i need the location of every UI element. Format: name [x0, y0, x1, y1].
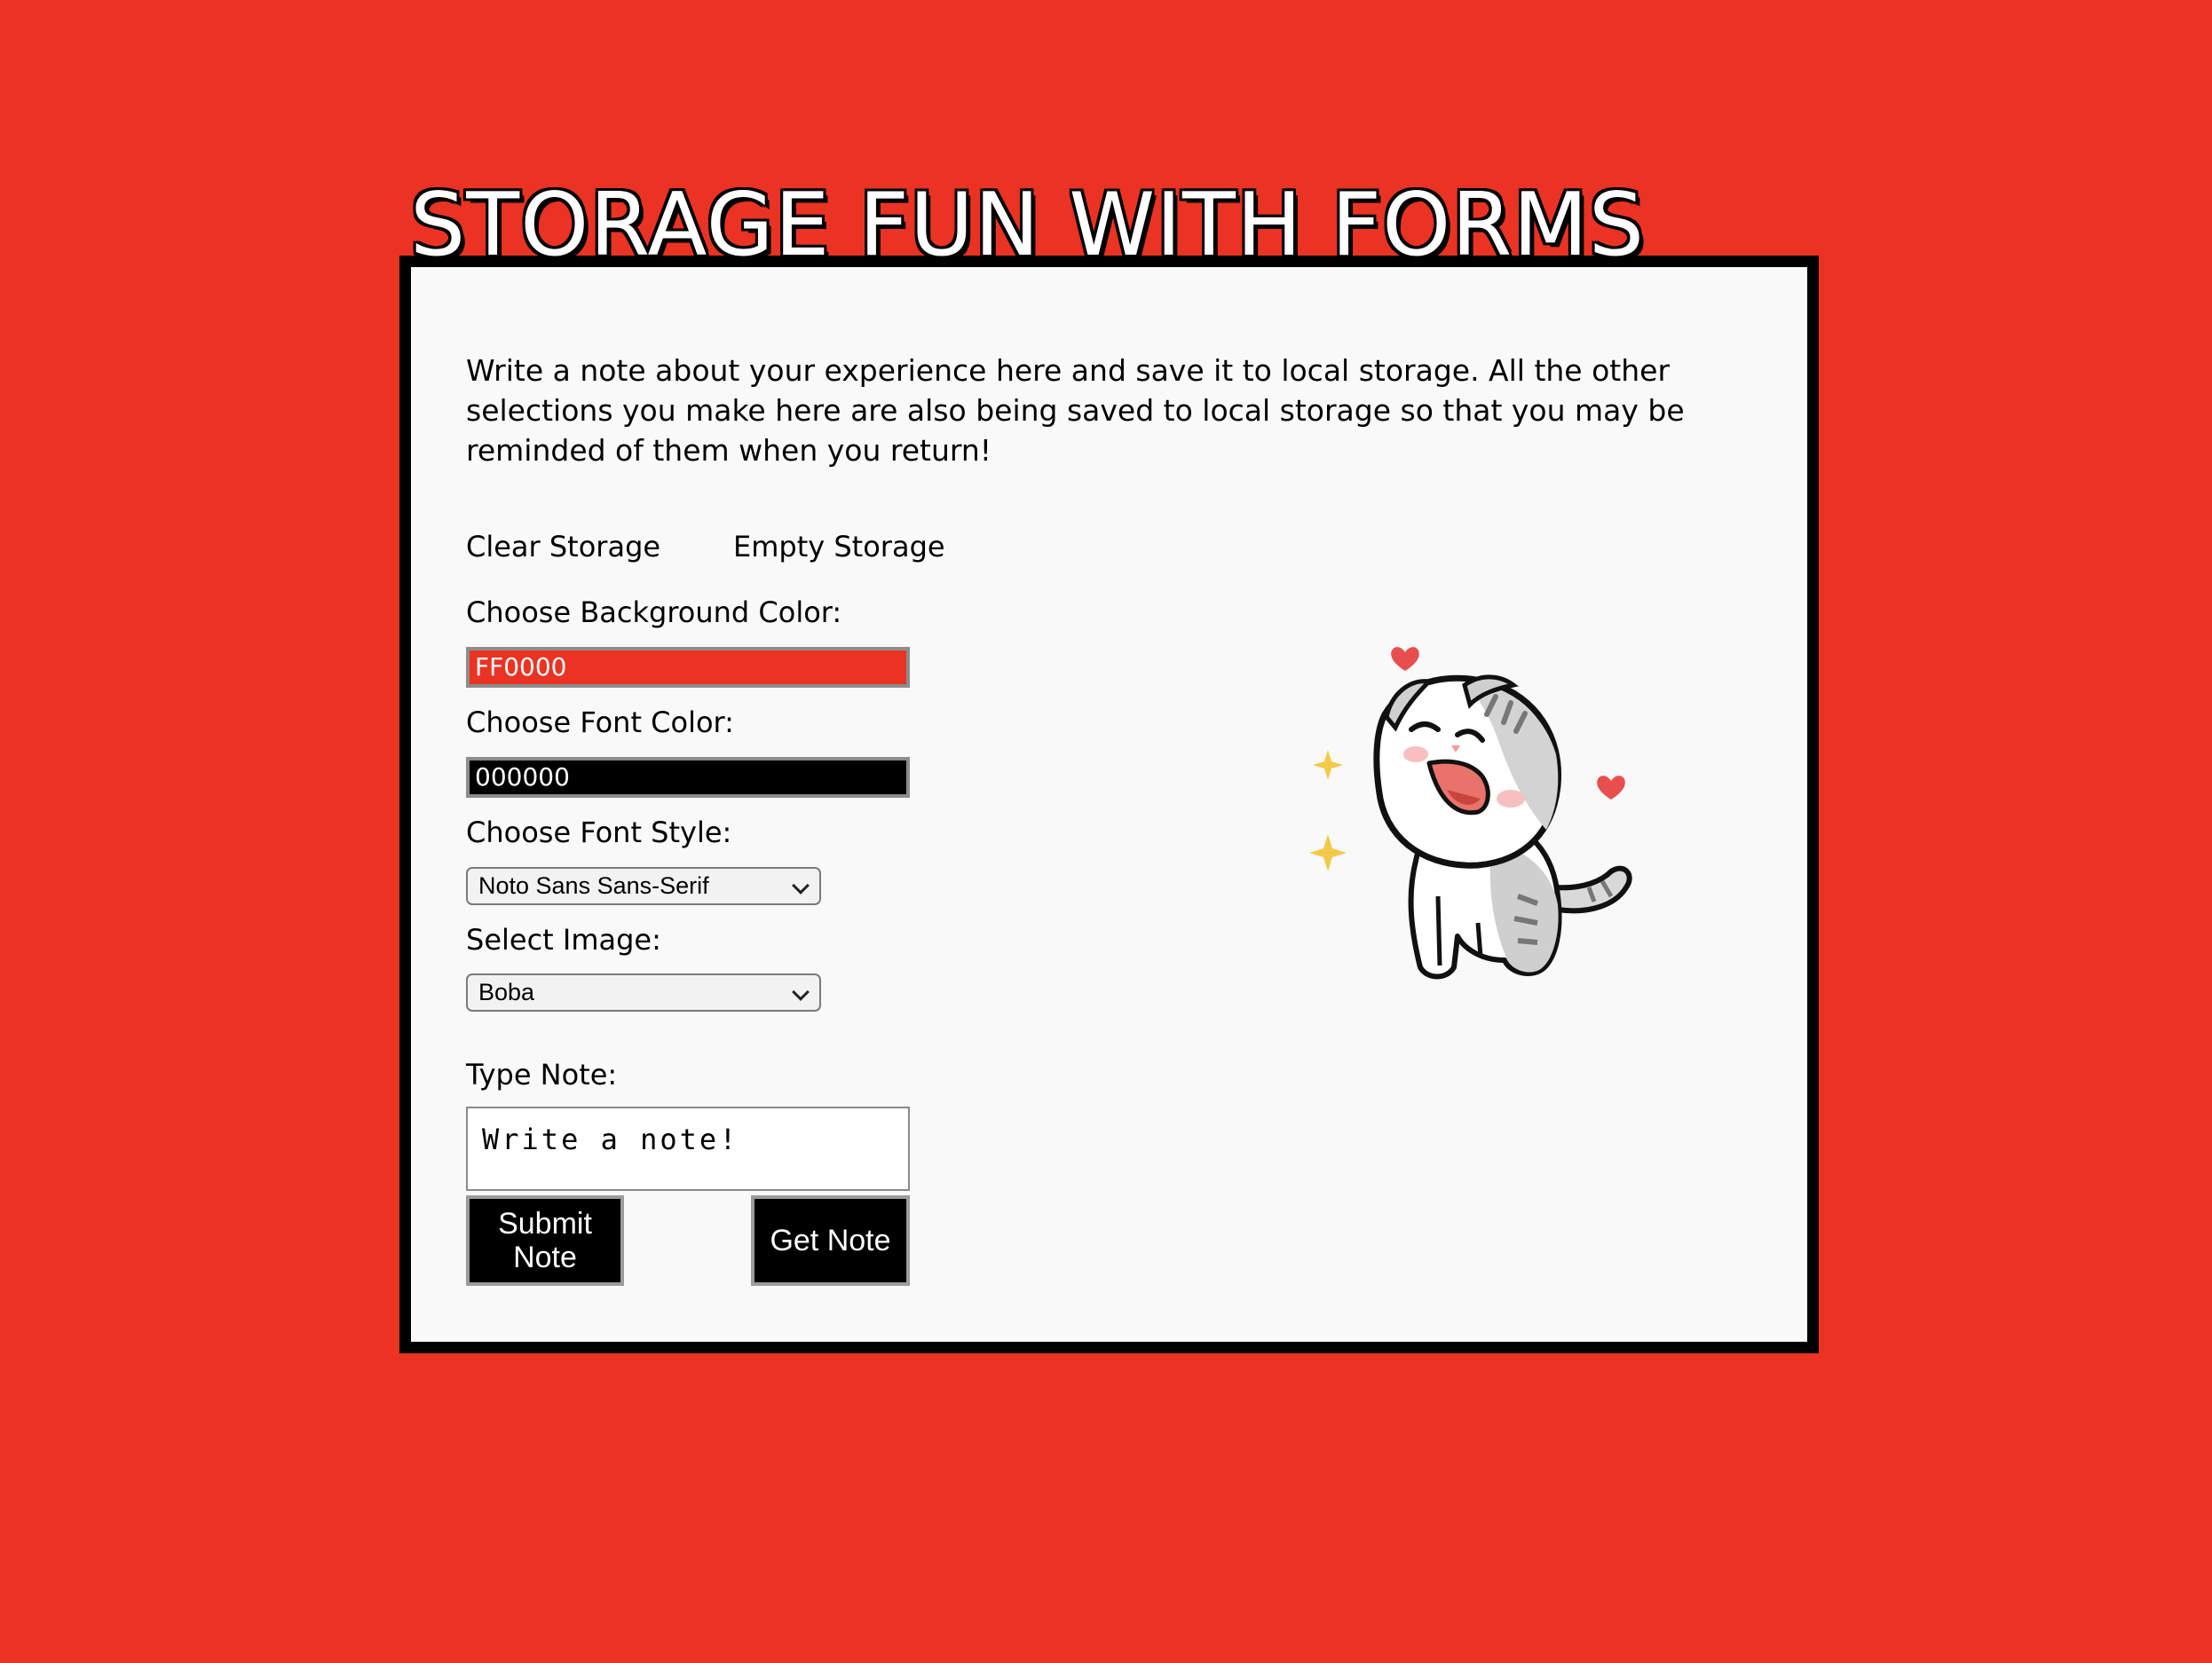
background-color-label: Choose Background Color:	[466, 595, 842, 629]
image-label: Select Image:	[466, 923, 661, 957]
font-style-selected: Noto Sans Sans-Serif	[478, 872, 709, 899]
font-style-label: Choose Font Style:	[466, 816, 732, 849]
font-color-label: Choose Font Color:	[466, 705, 734, 739]
empty-storage-link[interactable]: Empty Storage	[733, 529, 945, 564]
clear-storage-link[interactable]: Clear Storage	[466, 529, 660, 564]
intro-text: Write a note about your experience here …	[466, 353, 1685, 468]
submit-note-button[interactable]: Submit Note	[466, 1195, 624, 1286]
background-color-input[interactable]: FF0000	[466, 647, 910, 688]
image-selected: Boba	[478, 979, 535, 1005]
note-textarea[interactable]: Write a note!	[466, 1107, 910, 1191]
chevron-down-icon	[792, 983, 810, 1001]
image-select[interactable]: Boba	[466, 973, 821, 1012]
cat-sticker-icon	[1309, 647, 1632, 980]
page-title: STORAGE FUN WITH FORMS	[410, 175, 1646, 276]
font-style-select[interactable]: Noto Sans Sans-Serif	[466, 867, 821, 905]
font-color-input[interactable]: 000000	[466, 757, 910, 798]
get-note-button[interactable]: Get Note	[751, 1195, 910, 1286]
note-label: Type Note:	[466, 1058, 618, 1092]
chevron-down-icon	[792, 877, 810, 895]
